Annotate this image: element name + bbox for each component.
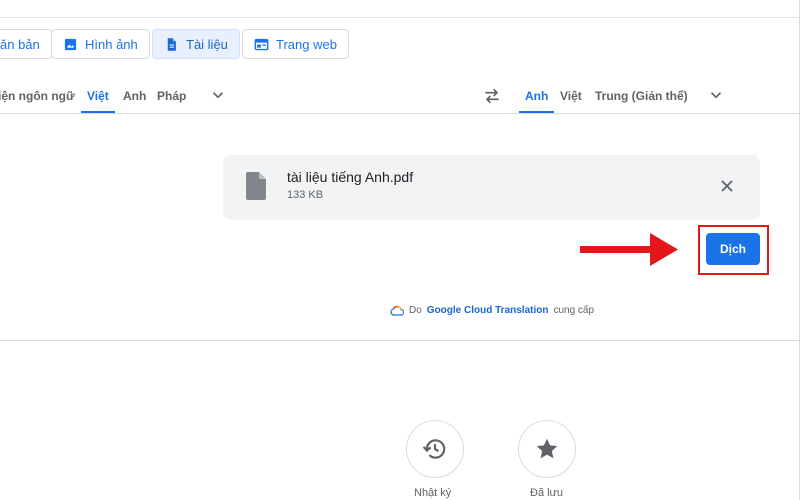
mode-document-button[interactable]: Tài liệu [152, 29, 240, 59]
swap-languages-icon[interactable] [482, 86, 502, 106]
saved-label: Đã lưu [530, 487, 564, 499]
file-name: tài liệu tiếng Anh.pdf [287, 169, 414, 185]
attribution-prefix: Do [409, 305, 422, 316]
file-icon [246, 172, 266, 200]
mode-website-label: Trang web [276, 36, 337, 52]
star-icon [536, 438, 558, 459]
mode-text-button[interactable]: ăn bản [0, 29, 52, 59]
annotation-arrow-icon [580, 233, 678, 266]
source-more-chevron-down-icon[interactable] [209, 86, 227, 104]
document-icon [167, 37, 176, 51]
attribution-suffix: cung cấp [553, 305, 595, 316]
attribution-brand-link[interactable]: Google Cloud Translation [427, 305, 549, 316]
attribution: Do Google Cloud Translation cung cấp [390, 305, 594, 316]
mode-document-label: Tài liệu [186, 36, 228, 52]
mode-website-button[interactable]: Trang web [242, 29, 349, 59]
target-lang-english[interactable]: Anh [518, 78, 555, 113]
file-size: 133 KB [287, 189, 324, 201]
source-lang-detect[interactable]: iện ngôn ngữ [0, 78, 75, 113]
target-lang-vietnamese[interactable]: Việt [560, 78, 582, 113]
image-icon [64, 38, 77, 50]
source-lang-french[interactable]: Pháp [157, 78, 186, 113]
saved-button[interactable] [518, 420, 576, 478]
mode-image-label: Hình ảnh [85, 36, 138, 52]
header-divider [0, 17, 800, 18]
source-lang-vietnamese[interactable]: Việt [81, 78, 115, 113]
google-cloud-icon [390, 305, 404, 316]
history-icon [422, 439, 446, 459]
mode-text-label: ăn bản [0, 36, 40, 52]
history-button[interactable] [406, 420, 464, 478]
source-lang-english[interactable]: Anh [123, 78, 146, 113]
target-more-chevron-down-icon[interactable] [707, 86, 725, 104]
target-lang-chinese[interactable]: Trung (Giản thể) [595, 78, 688, 113]
language-bar: iện ngôn ngữ Việt Anh Pháp Anh Việt Trun… [0, 78, 799, 113]
mode-image-button[interactable]: Hình ảnh [51, 29, 150, 59]
section-divider [0, 340, 799, 341]
website-icon [254, 38, 269, 50]
uploaded-file-card: tài liệu tiếng Anh.pdf 133 KB [223, 155, 760, 220]
close-icon[interactable] [717, 176, 737, 196]
translate-button[interactable]: Dịch [706, 233, 760, 265]
history-label: Nhật ký [414, 487, 452, 499]
language-bar-divider [0, 113, 799, 114]
